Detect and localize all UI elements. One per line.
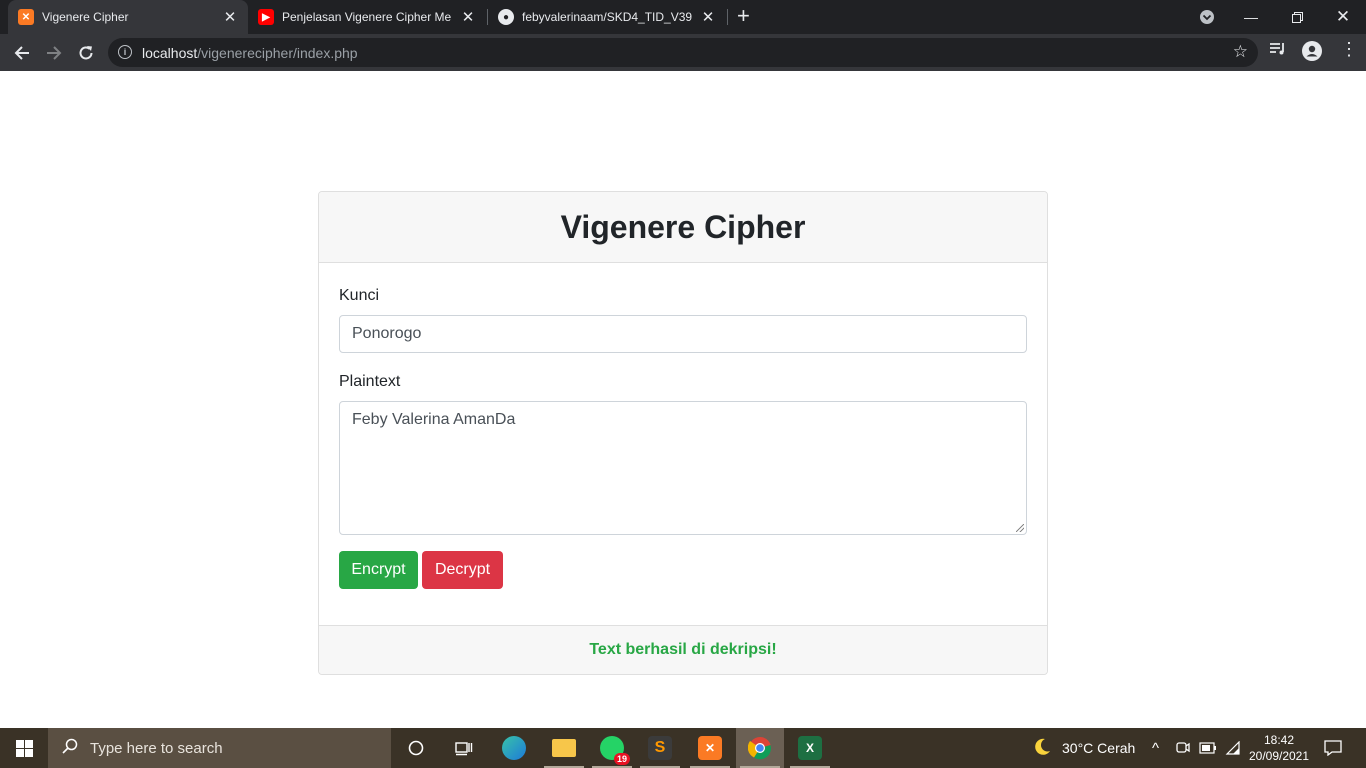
sublime-text-icon[interactable]: S [636,728,684,768]
minimize-icon[interactable]: — [1228,0,1274,34]
clock-time: 18:42 [1263,733,1295,747]
taskbar: Type here to search 19 S ✕ X 30°C Cerah … [0,728,1366,768]
tab-vigenere[interactable]: ✕ Vigenere Cipher ✕ [8,0,248,34]
media-control-icon[interactable] [1270,42,1287,60]
menu-kebab-icon[interactable]: ⋮ [1340,39,1358,60]
encrypt-button[interactable]: Encrypt [339,551,418,589]
weather-widget[interactable]: 30°C Cerah [1032,728,1135,768]
weather-text: 30°C Cerah [1062,740,1136,756]
new-tab-button[interactable]: + [737,5,750,27]
forward-icon[interactable] [41,40,67,66]
plaintext-label: Plaintext [339,373,401,390]
browser-toolbar: i localhost/vigenerecipher/index.php ☆ ⋮ [0,34,1366,71]
notification-center-icon[interactable] [1324,728,1342,768]
tab-separator [727,9,728,25]
github-icon: ● [498,9,514,25]
key-label: Kunci [339,287,380,304]
plaintext-value: Feby Valerina AmanDa [352,411,516,428]
plaintext-textarea[interactable]: Feby Valerina AmanDa [339,401,1027,535]
page-title: Vigenere Cipher [560,208,806,245]
wifi-icon[interactable] [1225,728,1241,768]
bookmark-star-icon[interactable]: ☆ [1233,42,1248,62]
file-explorer-icon[interactable] [540,728,588,768]
close-window-icon[interactable]: ✕ [1320,0,1366,34]
card-header: Vigenere Cipher [319,192,1047,263]
tab-title: febyvalerinaam/SKD4_TID_V3920 [522,10,692,24]
url-path: /vigenerecipher/index.php [197,45,358,61]
taskbar-search-box[interactable]: Type here to search [48,728,391,768]
task-view-icon[interactable] [440,728,488,768]
site-info-icon[interactable]: i [118,45,132,59]
close-tab-icon[interactable]: ✕ [460,8,476,26]
tab-search-icon[interactable] [1194,0,1220,34]
xampp-icon: ✕ [18,9,34,25]
moon-icon [1032,737,1052,760]
excel-icon[interactable]: X [786,728,834,768]
card-body: Kunci Ponorogo Plaintext Feby Valerina A… [319,263,1047,625]
url-host: localhost [142,45,198,61]
decrypt-button[interactable]: Decrypt [422,551,503,589]
close-tab-icon[interactable]: ✕ [700,8,716,26]
system-clock[interactable]: 18:42 20/09/2021 [1244,732,1314,764]
profile-avatar-icon[interactable] [1302,41,1322,65]
windows-start-icon[interactable] [0,728,48,768]
tab-strip: ✕ Vigenere Cipher ✕ ▶ Penjelasan Vigener… [0,0,1366,34]
whatsapp-badge: 19 [613,753,630,765]
cipher-card: Vigenere Cipher Kunci Ponorogo Plaintext… [318,191,1048,675]
tab-title: Vigenere Cipher [42,10,129,24]
meet-now-icon[interactable] [1176,728,1190,768]
edge-icon[interactable] [490,728,538,768]
key-input[interactable]: Ponorogo [339,315,1027,353]
card-footer: Text berhasil di dekripsi! [319,625,1047,674]
search-icon [62,738,78,759]
close-tab-icon[interactable]: ✕ [222,8,238,26]
url-text: localhost/vigenerecipher/index.php [142,45,358,61]
status-message: Text berhasil di dekripsi! [589,641,777,658]
show-hidden-icons-chevron-icon[interactable]: ^ [1152,728,1159,768]
whatsapp-icon[interactable]: 19 [588,728,636,768]
xampp-taskbar-icon[interactable]: ✕ [686,728,734,768]
chrome-icon[interactable] [736,728,784,768]
tab-youtube[interactable]: ▶ Penjelasan Vigenere Cipher Meng ✕ [248,0,486,34]
reload-icon[interactable] [73,40,99,66]
battery-icon[interactable] [1199,728,1217,768]
restore-icon[interactable] [1274,0,1320,34]
youtube-icon: ▶ [258,9,274,25]
resize-handle[interactable] [1016,524,1024,532]
tab-title: Penjelasan Vigenere Cipher Meng [282,10,452,24]
back-icon[interactable] [9,40,35,66]
clock-date: 20/09/2021 [1248,749,1310,763]
address-bar[interactable]: i localhost/vigenerecipher/index.php ☆ [108,38,1258,67]
cortana-icon[interactable] [392,728,440,768]
tab-github[interactable]: ● febyvalerinaam/SKD4_TID_V3920 ✕ [488,0,726,34]
search-placeholder: Type here to search [90,739,223,757]
